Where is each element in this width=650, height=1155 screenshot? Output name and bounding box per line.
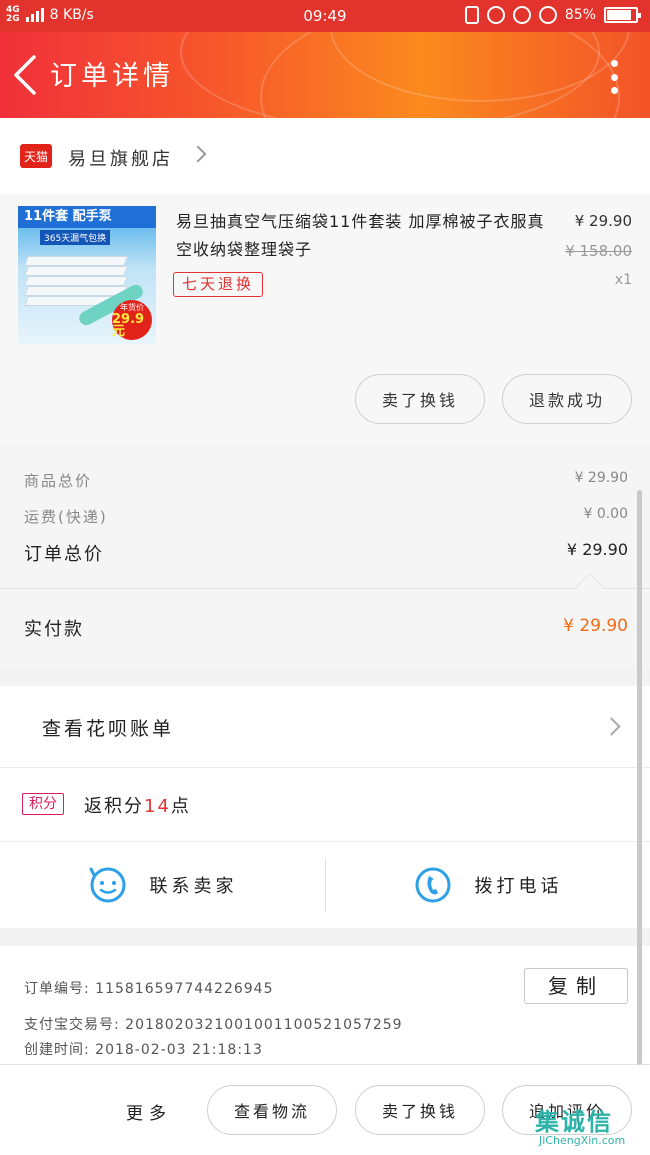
thumb-price-badge: 年货价 29.9元 (112, 300, 152, 340)
store-row[interactable]: 天猫 易旦旗舰店 (0, 118, 650, 194)
dot-icon (610, 87, 618, 94)
dot-icon (610, 60, 618, 67)
battery-percent: 85% (564, 7, 596, 23)
product-card: 11件套 配手泵 365天漏气包换 年货价 29.9元 易旦抽真空气压缩袋11件… (0, 194, 650, 444)
chevron-right-icon (189, 145, 207, 163)
chevron-left-icon (14, 55, 36, 95)
seven-day-return-tag: 七天退换 (173, 272, 264, 297)
product-original-price: ¥ 158.00 (565, 242, 632, 260)
vibrate-icon (464, 6, 479, 24)
alipay-trade-number: 支付宝交易号: 2018020321001001100521057259 (24, 1017, 403, 1033)
summary-value: ¥ 29.90 (574, 470, 628, 486)
summary-value: ¥ 0.00 (583, 506, 628, 522)
order-info: 订单编号: 1158165977442269​45 支付宝交易号: 201802… (0, 946, 650, 1064)
paid-label: 实付款 (24, 619, 84, 640)
contact-seller-label: 联系卖家 (149, 876, 238, 897)
refund-status-button[interactable]: 退款成功 (502, 374, 632, 424)
back-button[interactable] (8, 52, 48, 98)
status-bar: 4G 2G 8 KB/s 09:49 85% (0, 0, 650, 32)
resell-button[interactable]: 卖了换钱 (355, 374, 485, 424)
points-text: 返积分14点 (84, 792, 191, 818)
sync-icon (512, 6, 531, 24)
store-name: 易旦旗舰店 (68, 149, 173, 170)
rotation-lock-icon (486, 6, 505, 24)
watermark-cn: 集诚信 (535, 1108, 613, 1136)
summary-row: 商品总价 ¥ 29.90 (24, 470, 628, 491)
contact-bar: 联系卖家 拨打电话 (0, 842, 650, 928)
view-logistics-button[interactable]: 查看物流 (207, 1085, 337, 1135)
call-phone-label: 拨打电话 (474, 876, 563, 897)
huabei-label: 查看花呗账单 (42, 718, 175, 740)
alarm-icon (538, 6, 557, 24)
thumb-ribbon: 11件套 配手泵 (18, 206, 156, 228)
watermark-en: JiChengXin.com (539, 1134, 626, 1147)
created-time: 创建时间: 2018-02-03 21:18:13 (24, 1042, 263, 1058)
points-tag: 积分 (22, 793, 64, 815)
status-right: 85% (464, 6, 641, 24)
app-header: 订单详情 (0, 32, 650, 118)
thumb-badge-price: 29.9元 (112, 312, 145, 339)
points-row: 积分 返积分14点 (0, 768, 650, 842)
page-title: 订单详情 (50, 61, 174, 92)
tmall-badge: 天猫 (20, 144, 52, 168)
price-summary: 商品总价 ¥ 29.90 运费(快递) ¥ 0.00 订单总价 ¥ 29.90 (0, 444, 650, 588)
points-prefix: 返积分 (84, 796, 144, 817)
summary-label: 运费(快递) (24, 508, 108, 526)
paid-amount-row: 实付款 ¥ 29.90 (0, 588, 650, 668)
product-quantity: x1 (614, 272, 632, 288)
thumb-subtitle: 365天漏气包换 (40, 230, 111, 245)
copy-button[interactable]: 复制 (524, 968, 628, 1004)
order-number: 订单编号: 1158165977442269​45 (24, 981, 274, 997)
points-suffix: 点 (170, 796, 191, 817)
chat-face-icon (89, 867, 125, 903)
summary-value: ¥ 29.90 (566, 540, 628, 559)
paid-value: ¥ 29.90 (563, 616, 628, 636)
summary-row: 运费(快递) ¥ 0.00 (24, 506, 628, 527)
product-title[interactable]: 易旦抽真空气压缩袋11件套装 加厚棉被子衣服真空收纳袋整理袋子 (176, 208, 546, 264)
dot-icon (610, 73, 618, 81)
summary-row: 订单总价 ¥ 29.90 (24, 540, 628, 566)
summary-label: 商品总价 (24, 472, 93, 490)
battery-icon (604, 7, 641, 23)
product-image[interactable]: 11件套 配手泵 365天漏气包换 年货价 29.9元 (18, 206, 156, 344)
summary-label: 订单总价 (24, 544, 104, 565)
resell-bottom-button[interactable]: 卖了换钱 (355, 1085, 485, 1135)
phone-icon (415, 867, 450, 903)
battery-fill (607, 10, 631, 20)
call-phone-button[interactable]: 拨打电话 (325, 842, 650, 928)
points-number: 14 (144, 796, 171, 817)
product-price: ¥ 29.90 (574, 212, 632, 230)
chevron-right-icon (602, 717, 621, 736)
more-button[interactable]: 更多 (126, 1099, 172, 1124)
watermark-logo: 集诚信 JiChengXin.com (535, 1100, 647, 1152)
huabei-bill-row[interactable]: 查看花呗账单 (0, 686, 650, 768)
scrollbar[interactable] (637, 490, 642, 1065)
contact-seller-button[interactable]: 联系卖家 (0, 842, 325, 928)
more-menu-button[interactable] (608, 60, 620, 94)
